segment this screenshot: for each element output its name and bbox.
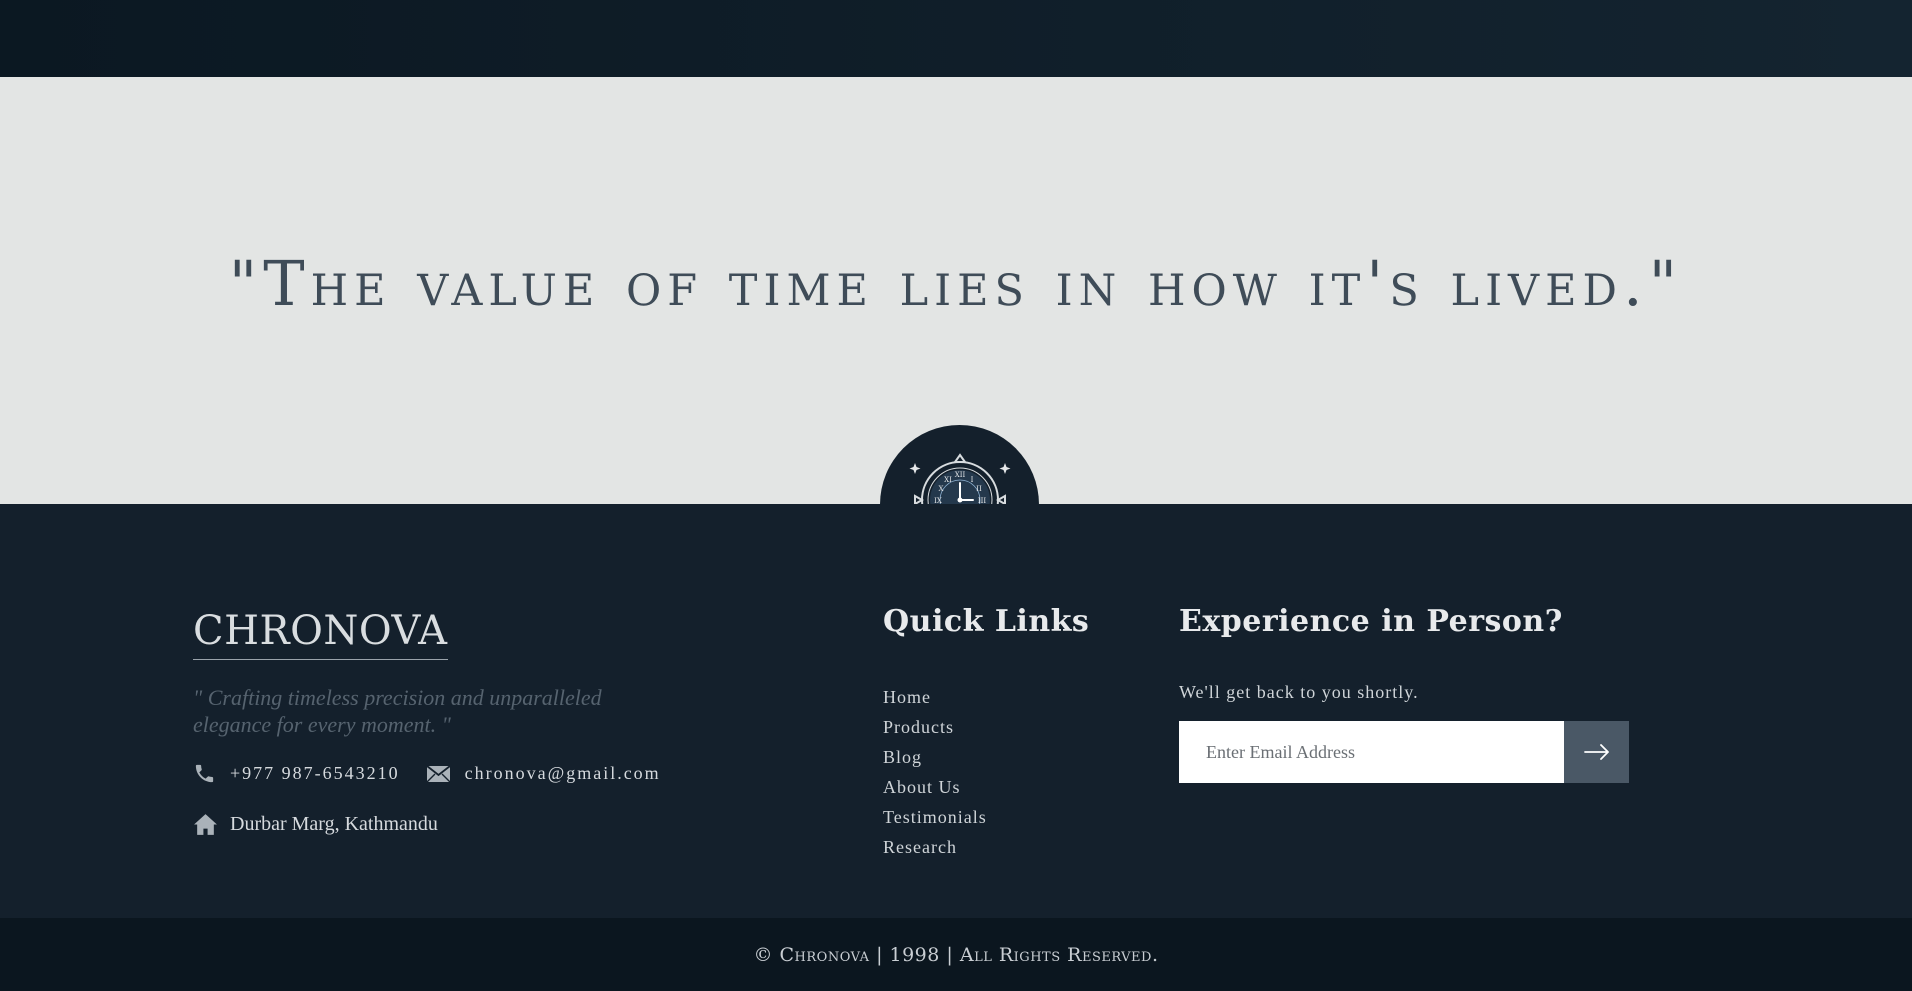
email-input[interactable] — [1179, 721, 1564, 783]
address-row: Durbar Marg, Kathmandu — [193, 812, 438, 837]
footer: CHRONOVA " Crafting timeless precision a… — [0, 504, 1912, 918]
quick-link-blog[interactable]: Blog — [883, 742, 987, 772]
address-text: Durbar Marg, Kathmandu — [230, 813, 438, 835]
phone-icon — [195, 764, 214, 783]
quick-link-testimonials[interactable]: Testimonials — [883, 802, 987, 832]
svg-text:II: II — [976, 485, 982, 493]
quick-link-home[interactable]: Home — [883, 682, 987, 712]
newsletter-title: Experience in Person? — [1179, 604, 1563, 639]
quick-link-about-us[interactable]: About Us — [883, 772, 987, 802]
contact-row: +977 987-6543210 chronova@gmail.com — [193, 762, 687, 785]
quick-link-products[interactable]: Products — [883, 712, 987, 742]
svg-text:I: I — [970, 476, 973, 484]
svg-text:X: X — [938, 485, 943, 493]
svg-text:XII: XII — [954, 471, 965, 479]
email-contact[interactable]: chronova@gmail.com — [426, 763, 661, 784]
newsletter-subtitle: We'll get back to you shortly. — [1179, 682, 1419, 702]
copyright-text: © Chronova | 1998 | All Rights Reserved. — [753, 943, 1159, 966]
phone-contact[interactable]: +977 987-6543210 — [193, 762, 400, 785]
quick-links-title: Quick Links — [883, 604, 1090, 639]
email-address: chronova@gmail.com — [464, 763, 661, 783]
svg-text:XI: XI — [944, 476, 952, 484]
copyright-bar: © Chronova | 1998 | All Rights Reserved. — [0, 918, 1912, 991]
phone-number: +977 987-6543210 — [230, 763, 400, 783]
mail-icon — [426, 764, 451, 782]
submit-email-button[interactable] — [1564, 721, 1629, 783]
quote-text: "The value of time lies in how it's live… — [228, 247, 1684, 320]
arrow-right-icon — [1583, 744, 1609, 760]
footer-brand-logo[interactable]: CHRONOVA — [193, 607, 448, 660]
top-navbar — [0, 0, 1912, 77]
home-icon — [194, 814, 217, 835]
quick-link-research[interactable]: Research — [883, 832, 987, 862]
quick-links-list: Home Products Blog About Us Testimonials… — [883, 682, 987, 862]
footer-tagline: " Crafting timeless precision and unpara… — [193, 685, 602, 737]
